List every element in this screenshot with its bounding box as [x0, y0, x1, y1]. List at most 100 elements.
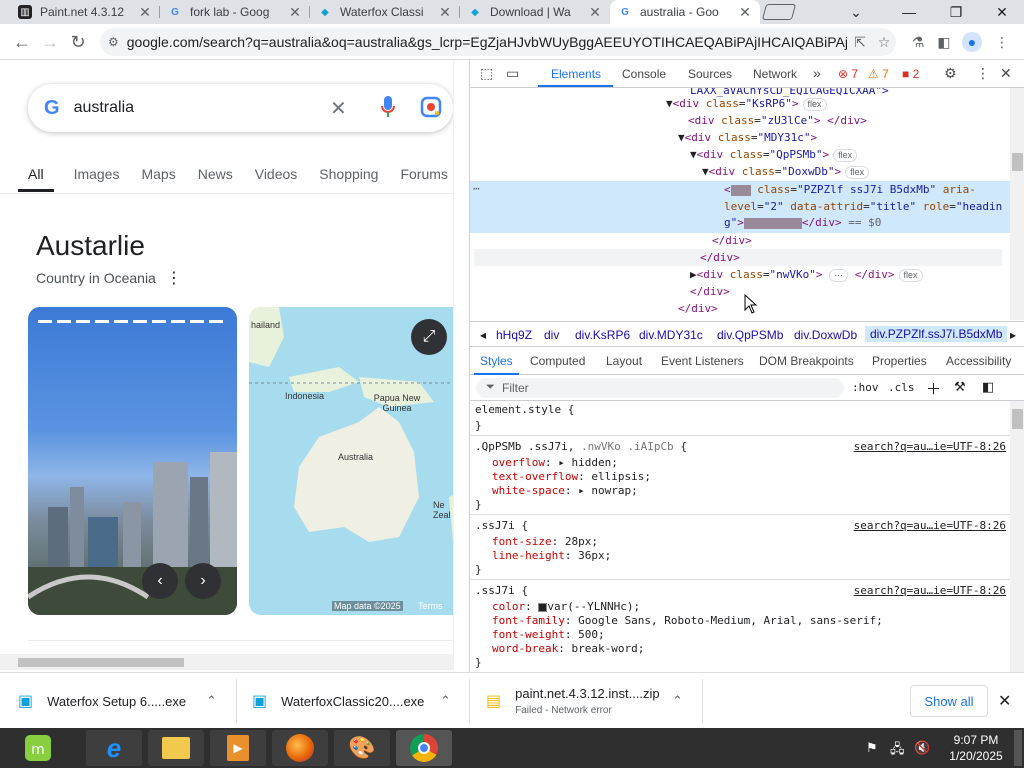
rule-source-link[interactable]: search?q=au…ie=UTF-8:26: [854, 440, 1006, 453]
new-tab-button[interactable]: [761, 4, 797, 20]
tab-australia[interactable]: G australia - Goo ✕: [610, 0, 760, 24]
show-desktop-button[interactable]: [1014, 730, 1022, 766]
rule-selector[interactable]: .QpPSMb .ssJ7i, .nwVKo .iAIpCb {: [475, 440, 687, 453]
dom-node-doxwdb[interactable]: ▼<div class="DoxwDb"> flex: [702, 165, 870, 179]
crumb-item[interactable]: div.MDY31c: [639, 328, 703, 342]
menu-icon[interactable]: ⋮: [992, 32, 1012, 52]
profile-avatar[interactable]: ●: [962, 32, 982, 52]
close-icon[interactable]: ✕: [288, 4, 302, 21]
selected-dom-node[interactable]: < class="PZPZlf ssJ7i B5dxMb" aria-: [724, 183, 976, 196]
tab-search-icon[interactable]: ⌄: [832, 0, 880, 24]
vertical-scrollbar[interactable]: [453, 60, 454, 672]
download-item[interactable]: ▣ WaterfoxClassic20....exe ⌃: [252, 673, 468, 729]
dom-node-qppsmb[interactable]: ▼<div class="QpPSMb"> flex: [690, 148, 858, 162]
flag-icon[interactable]: ⚑: [866, 740, 878, 756]
flex-badge[interactable]: flex: [802, 98, 827, 111]
flex-badge[interactable]: flex: [898, 269, 923, 282]
share-icon[interactable]: ⇱: [850, 32, 870, 52]
crumb-item[interactable]: div.DoxwDb: [794, 328, 857, 342]
australia-map[interactable]: hailand Indonesia Papua New Guinea Austr…: [249, 307, 454, 615]
styles-scrollbar[interactable]: [1010, 401, 1024, 672]
crumb-item[interactable]: hHq9Z: [496, 328, 532, 342]
download-item[interactable]: ▣ Waterfox Setup 6.....exe ⌃: [18, 673, 236, 729]
crumb-item[interactable]: div: [544, 328, 559, 342]
crumb-scroll-right-icon[interactable]: ▸: [1010, 328, 1016, 342]
search-box[interactable]: G australia ✕: [28, 84, 453, 132]
download-item-failed[interactable]: ▤ paint.net.4.3.12.inst....zip Failed - …: [486, 673, 702, 729]
lens-icon[interactable]: [420, 96, 442, 118]
firefox-icon[interactable]: [272, 730, 328, 766]
tab-waterfox-classic[interactable]: ◆ Waterfox Classi ✕: [310, 0, 460, 24]
search-tab-videos[interactable]: Videos: [245, 164, 308, 192]
sidebar-toggle-icon[interactable]: ◧: [982, 379, 994, 395]
close-downloads-icon[interactable]: ✕: [998, 691, 1011, 711]
chevron-up-icon[interactable]: ⌃: [672, 693, 683, 709]
search-tab-all[interactable]: All: [18, 164, 54, 192]
node-menu-icon[interactable]: ⋯: [473, 182, 480, 195]
microphone-icon[interactable]: [380, 94, 396, 120]
search-tab-news[interactable]: News: [188, 164, 243, 192]
system-clock[interactable]: 9:07 PM 1/20/2025: [944, 732, 1008, 764]
tab-download-waterfox[interactable]: ◆ Download | Wa ✕: [460, 0, 610, 24]
close-icon[interactable]: ✕: [588, 4, 602, 21]
close-icon[interactable]: ✕: [138, 4, 152, 21]
hov-toggle[interactable]: :hov: [852, 381, 879, 394]
tab-network[interactable]: Network: [753, 67, 797, 81]
inspect-element-icon[interactable]: ⬚: [480, 65, 493, 82]
close-devtools-icon[interactable]: ✕: [1000, 65, 1012, 82]
tab-fork-lab[interactable]: G fork lab - Goog ✕: [160, 0, 310, 24]
paint-icon[interactable]: 🎨: [334, 730, 390, 766]
error-count[interactable]: ⊗ 7: [838, 67, 858, 81]
crumb-item[interactable]: div.QpPSMb: [717, 328, 783, 342]
rule-selector[interactable]: .ssJ7i {: [475, 519, 528, 532]
warning-count[interactable]: ⚠ 7: [868, 67, 889, 81]
expand-map-icon[interactable]: ⤢: [411, 319, 447, 355]
restore-button[interactable]: ❐: [932, 0, 980, 24]
dom-node-zu3lce[interactable]: <div class="zU3lCe"> </div>: [688, 114, 867, 127]
close-icon[interactable]: ✕: [738, 4, 752, 21]
side-panel-icon[interactable]: ◧: [934, 32, 954, 52]
crumb-item-selected[interactable]: div.PZPZlf.ssJ7i.B5dxMb: [865, 326, 1008, 342]
scrollbar-thumb[interactable]: [18, 658, 184, 667]
media-player-icon[interactable]: ▶: [210, 730, 266, 766]
bookmark-star-icon[interactable]: ☆: [874, 32, 894, 52]
tab-sources[interactable]: Sources: [688, 67, 732, 81]
address-bar[interactable]: ⚙ google.com/search?q=australia&oq=austr…: [100, 28, 896, 56]
rule-selector[interactable]: .ssJ7i {: [475, 584, 528, 597]
minimize-button[interactable]: —: [885, 0, 933, 24]
tab-elements[interactable]: Elements: [551, 67, 601, 81]
search-tab-shopping[interactable]: Shopping: [309, 164, 388, 192]
volume-muted-icon[interactable]: 🔇: [914, 740, 930, 756]
tab-paintnet[interactable]: ▥ Paint.net 4.3.12 ✕: [10, 0, 160, 24]
elements-scrollbar[interactable]: [1010, 88, 1024, 320]
site-info-icon[interactable]: ⚙: [108, 35, 119, 49]
search-tab-images[interactable]: Images: [64, 164, 130, 192]
rule-source-link[interactable]: search?q=au…ie=UTF-8:26: [854, 519, 1006, 532]
scrollbar-thumb[interactable]: [1012, 409, 1023, 429]
tab-styles[interactable]: Styles: [480, 354, 513, 368]
clear-search-icon[interactable]: ✕: [330, 96, 347, 121]
tab-computed[interactable]: Computed: [530, 354, 585, 368]
chrome-icon[interactable]: [396, 730, 452, 766]
forward-button[interactable]: →: [36, 28, 64, 56]
show-all-button[interactable]: Show all: [910, 685, 988, 717]
dom-node-ksrp6[interactable]: ▼<div class="KsRP6"> flex: [666, 97, 827, 111]
next-image-button[interactable]: ›: [185, 563, 221, 599]
mint-menu-icon[interactable]: m: [16, 730, 60, 766]
tab-console[interactable]: Console: [622, 67, 666, 81]
rule-source-link[interactable]: search?q=au…ie=UTF-8:26: [854, 584, 1006, 597]
tab-layout[interactable]: Layout: [606, 354, 642, 368]
search-tab-maps[interactable]: Maps: [131, 164, 185, 192]
tab-accessibility[interactable]: Accessibility: [946, 354, 1011, 368]
issues-count[interactable]: ■ 2: [902, 67, 919, 81]
chevron-up-icon[interactable]: ⌃: [440, 693, 451, 709]
dom-node-mdy31c[interactable]: ▼<div class="MDY31c">: [678, 131, 817, 144]
tab-dom-breakpoints[interactable]: DOM Breakpoints: [759, 354, 854, 368]
search-tab-forums[interactable]: Forums: [390, 164, 454, 192]
map-terms-link[interactable]: Terms: [418, 601, 443, 611]
flex-badge[interactable]: flex: [833, 149, 858, 162]
network-icon[interactable]: 🖧: [890, 740, 905, 762]
horizontal-scrollbar[interactable]: [0, 654, 454, 670]
file-manager-icon[interactable]: [148, 730, 204, 766]
close-icon[interactable]: ✕: [438, 4, 452, 21]
